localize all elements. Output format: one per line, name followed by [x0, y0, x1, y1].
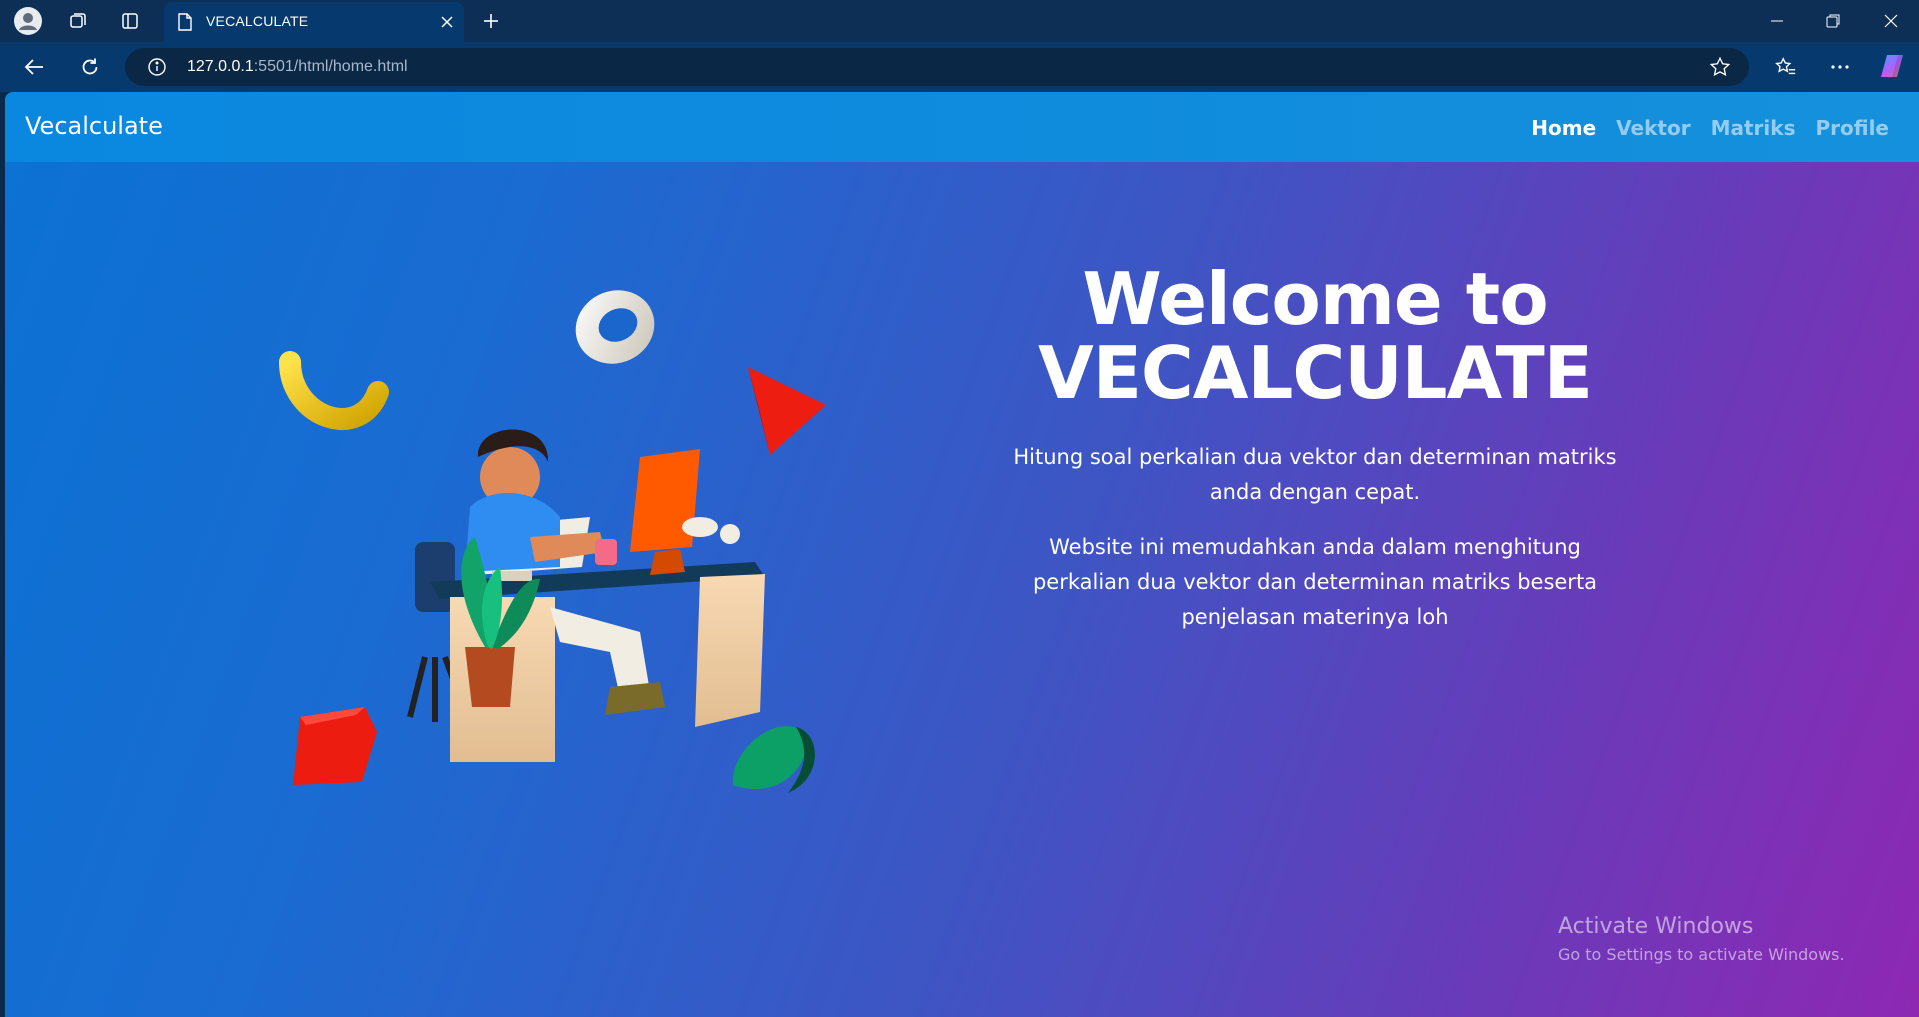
- back-icon[interactable]: [18, 52, 50, 82]
- nav-profile[interactable]: Profile: [1815, 116, 1889, 140]
- window-close-icon[interactable]: [1863, 0, 1919, 42]
- site-navbar: Vecalculate Home Vektor Matriks Profile: [5, 92, 1919, 162]
- refresh-icon[interactable]: [74, 52, 106, 82]
- workspaces-icon[interactable]: [62, 6, 94, 36]
- star-icon[interactable]: [1709, 56, 1731, 82]
- site-brand[interactable]: Vecalculate: [25, 112, 163, 140]
- hero-title-line2: VECALCULATE: [1038, 331, 1593, 415]
- hero-illustration: [279, 290, 826, 793]
- green-half-shape: [732, 726, 806, 790]
- hero-title: Welcome to VECALCULATE: [985, 262, 1645, 410]
- page-viewport: Vecalculate Home Vektor Matriks Profile: [5, 92, 1919, 1017]
- nav-home[interactable]: Home: [1531, 116, 1596, 140]
- hero-title-line1: Welcome to: [1082, 257, 1548, 341]
- favorites-icon[interactable]: [1770, 52, 1802, 82]
- profile-icon[interactable]: [12, 6, 44, 36]
- copilot-icon[interactable]: [1876, 51, 1908, 81]
- new-tab-icon[interactable]: [475, 6, 507, 36]
- nav-matriks[interactable]: Matriks: [1711, 116, 1796, 140]
- browser-titlebar: VECALCULATE: [0, 0, 1919, 42]
- windows-activation-watermark: Activate Windows Go to Settings to activ…: [1558, 914, 1845, 964]
- minimize-icon[interactable]: [1749, 0, 1805, 42]
- browser-tab-active[interactable]: VECALCULATE: [164, 2, 464, 42]
- hero-description: Website ini memudahkan anda dalam menghi…: [1032, 535, 1598, 629]
- page-icon: [178, 13, 192, 35]
- address-bar[interactable]: 127.0.0.1:5501/html/home.html: [125, 48, 1749, 86]
- yellow-arc-shape: [279, 351, 389, 430]
- watermark-title: Activate Windows: [1558, 914, 1754, 939]
- more-icon[interactable]: [1824, 52, 1856, 82]
- nav-vektor[interactable]: Vektor: [1616, 116, 1690, 140]
- browser-toolbar: 127.0.0.1:5501/html/home.html: [0, 42, 1919, 92]
- tab-title: VECALCULATE: [206, 13, 309, 29]
- nav-links: Home Vektor Matriks Profile: [1531, 116, 1889, 140]
- tab-actions-icon[interactable]: [114, 6, 146, 36]
- info-icon[interactable]: [147, 57, 167, 81]
- hero-subtitle: Hitung soal perkalian dua vektor dan det…: [1013, 445, 1617, 504]
- close-icon[interactable]: [440, 14, 454, 33]
- hero-section: Welcome to VECALCULATE Hitung soal perka…: [985, 262, 1645, 635]
- restore-icon[interactable]: [1805, 0, 1861, 42]
- watermark-subtitle: Go to Settings to activate Windows.: [1558, 945, 1845, 964]
- torus-shape: [575, 290, 655, 364]
- url-text[interactable]: 127.0.0.1:5501/html/home.html: [187, 58, 408, 76]
